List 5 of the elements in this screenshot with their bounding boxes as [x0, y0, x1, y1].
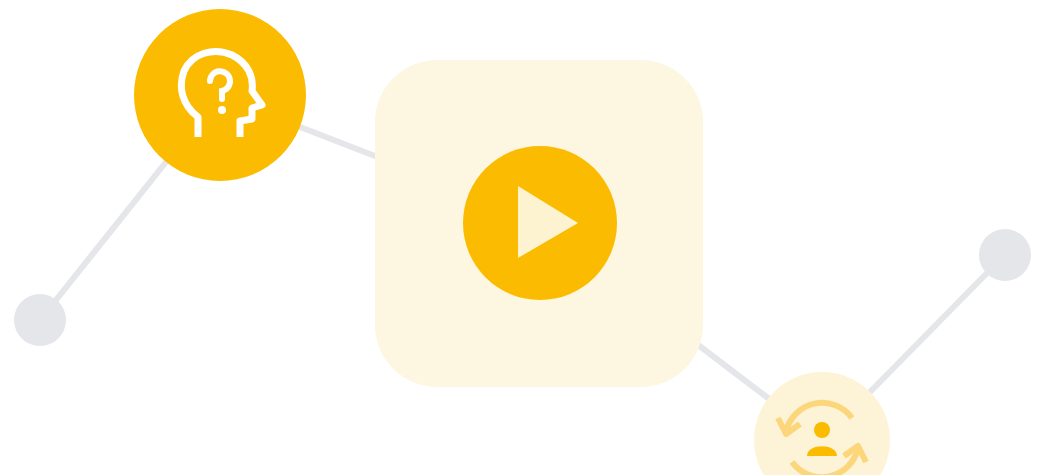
dot — [979, 229, 1031, 281]
dot — [14, 294, 66, 346]
head-question-icon — [134, 9, 306, 181]
play-icon — [463, 146, 617, 300]
user-sync-icon — [754, 372, 890, 475]
